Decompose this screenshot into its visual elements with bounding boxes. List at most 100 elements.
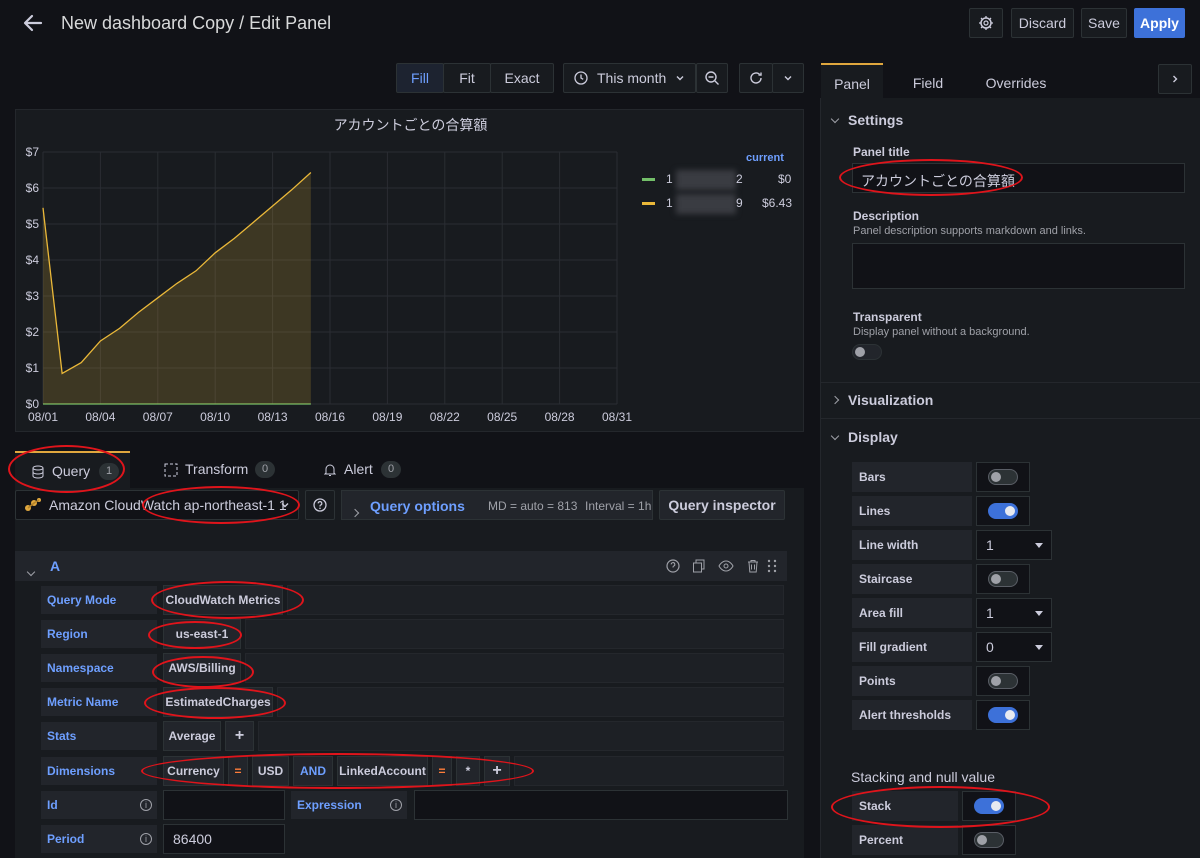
caret-down-icon [1035, 543, 1043, 548]
trash-icon[interactable] [746, 559, 760, 573]
tab-query-label: Query [52, 463, 91, 479]
refresh-button[interactable] [739, 63, 773, 93]
dimension-and-operator: AND [293, 756, 333, 786]
line-width-select[interactable]: 1 [976, 530, 1052, 560]
section-divider [821, 382, 1200, 383]
legend-current-value: $0 [778, 172, 792, 186]
period-input[interactable]: 86400 [163, 824, 285, 854]
dimension-key-currency[interactable]: Currency [163, 756, 224, 786]
query-mode-label: Query Mode [40, 585, 158, 615]
database-icon [32, 465, 44, 479]
legend-current-value: $6.43 [762, 196, 793, 210]
fit-button[interactable]: Fit [443, 63, 491, 93]
collapse-chevron-icon[interactable] [26, 567, 36, 577]
visualization-section-header[interactable]: Visualization [830, 392, 933, 408]
query-mode-select[interactable]: CloudWatch Metrics [163, 585, 283, 615]
tab-query-count: 1 [99, 463, 119, 480]
metric-name-select[interactable]: EstimatedCharges [163, 687, 273, 717]
points-toggle[interactable] [988, 673, 1018, 689]
stats-select[interactable]: Average [163, 721, 221, 751]
tab-panel[interactable]: Panel [821, 63, 883, 99]
zoom-out-button[interactable] [696, 63, 728, 93]
x-tick-label: 08/25 [487, 410, 517, 424]
points-label: Points [852, 666, 972, 696]
row-spacer [287, 585, 784, 615]
dimension-value-usd[interactable]: USD [252, 756, 289, 786]
tab-query[interactable]: Query 1 [15, 451, 130, 488]
legend-label-end: 2 [736, 172, 743, 186]
settings-section-header[interactable]: Settings [830, 112, 903, 128]
expression-input[interactable] [414, 790, 788, 820]
section-divider [821, 418, 1200, 419]
y-tick-label: $3 [26, 289, 40, 303]
staircase-toggle[interactable] [988, 571, 1018, 587]
alert-thresholds-toggle[interactable] [988, 707, 1018, 723]
query-options-bar[interactable]: Query options MD = auto = 813 Interval =… [341, 490, 653, 520]
area-fill-select[interactable]: 1 [976, 598, 1052, 628]
tab-alert-label: Alert [344, 461, 373, 477]
refresh-interval-dropdown[interactable] [772, 63, 804, 93]
lines-toggle[interactable] [988, 503, 1018, 519]
y-tick-label: $1 [26, 361, 40, 375]
points-toggle-wrap [976, 666, 1030, 696]
add-dimension-button[interactable]: + [484, 756, 510, 786]
chevron-right-icon [350, 508, 360, 518]
id-input[interactable] [163, 790, 285, 820]
fill-button[interactable]: Fill [396, 63, 444, 93]
display-section-header[interactable]: Display [830, 429, 898, 445]
chevron-down-icon [281, 503, 289, 508]
tab-transform[interactable]: Transform 0 [160, 451, 290, 488]
x-tick-label: 08/19 [372, 410, 402, 424]
dimension-value-wildcard[interactable]: * [456, 756, 480, 786]
panel-title-label: Panel title [853, 145, 910, 159]
add-stat-button[interactable]: + [225, 721, 254, 751]
query-row-header[interactable]: A [15, 551, 787, 581]
time-range-picker[interactable]: This month [563, 63, 696, 93]
description-textarea[interactable] [852, 243, 1185, 289]
alert-thresholds-toggle-wrap [976, 700, 1030, 730]
chevron-down-icon [784, 76, 792, 81]
panel-title-input[interactable]: アカウントごとの合算額 [852, 163, 1185, 193]
chart-plot: $0 $1 $2 $3 $4 $5 $6 $7 08/01 08/04 08/07 08/10 08/1… [26, 145, 633, 424]
apply-button[interactable]: Apply [1134, 8, 1185, 38]
region-select[interactable]: us-east-1 [163, 619, 241, 649]
dimension-equals-operator[interactable]: = [228, 756, 248, 786]
bars-toggle[interactable] [988, 469, 1018, 485]
chevron-right-icon [830, 395, 840, 405]
namespace-select[interactable]: AWS/Billing [163, 653, 241, 683]
discard-button[interactable]: Discard [1011, 8, 1074, 38]
percent-toggle[interactable] [974, 832, 1004, 848]
tab-alert[interactable]: Alert 0 [320, 451, 410, 488]
help-circle-icon[interactable] [666, 559, 680, 573]
drag-handle-icon[interactable] [767, 559, 777, 573]
stack-toggle-wrap [962, 791, 1016, 821]
max-data-points: MD = auto = 813 [488, 499, 578, 513]
info-icon: i [390, 799, 402, 811]
datasource-picker[interactable]: Amazon CloudWatch ap-northeast-1 1 [15, 490, 299, 520]
y-tick-label: $0 [26, 397, 40, 411]
dimension-key-linkedaccount[interactable]: LinkedAccount [337, 756, 428, 786]
query-inspector-button[interactable]: Query inspector [659, 490, 785, 520]
legend-item-1[interactable]: 1 2 $0 [642, 170, 792, 190]
copy-icon[interactable] [692, 559, 706, 573]
stack-toggle[interactable] [974, 798, 1004, 814]
legend-item-2[interactable]: 1 9 $6.43 [642, 194, 792, 214]
settings-button[interactable] [969, 8, 1003, 38]
eye-icon[interactable] [718, 559, 734, 573]
transparent-toggle[interactable] [852, 344, 882, 360]
dimension-equals-operator[interactable]: = [432, 756, 452, 786]
tab-overrides[interactable]: Overrides [977, 75, 1055, 91]
back-arrow-icon[interactable] [22, 12, 44, 34]
tab-field[interactable]: Field [900, 75, 956, 91]
exact-button[interactable]: Exact [490, 63, 554, 93]
tab-transform-count: 0 [255, 461, 275, 478]
fill-gradient-select[interactable]: 0 [976, 632, 1052, 662]
row-spacer [277, 687, 784, 717]
save-button[interactable]: Save [1081, 8, 1127, 38]
collapse-options-button[interactable] [1158, 64, 1192, 94]
legend-swatch-green [642, 178, 655, 181]
query-options-label: Query options [370, 498, 465, 514]
datasource-help-button[interactable] [305, 490, 335, 520]
zoom-out-icon [705, 71, 719, 85]
query-ref-id[interactable]: A [50, 558, 60, 574]
